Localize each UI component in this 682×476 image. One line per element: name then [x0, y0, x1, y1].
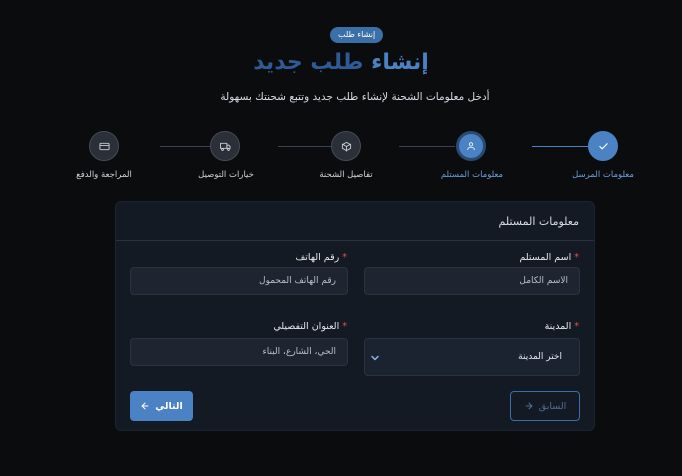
step-delivery-options[interactable] [210, 131, 240, 161]
step-connector [399, 146, 455, 147]
truck-icon [219, 142, 231, 151]
page-badge: إنشاء طلب [330, 27, 384, 43]
address-label: * العنوان التفصيلي [273, 321, 347, 332]
phone-label-text: رقم الهاتف [295, 252, 340, 263]
title-part-1: إنشاء [371, 50, 429, 75]
city-label: * المدينة [545, 321, 579, 332]
progress-stepper: معلومات المرسل معلومات المستلم تفاصيل ال… [0, 128, 682, 188]
credit-card-icon [98, 142, 110, 150]
required-marker: * [574, 321, 579, 332]
next-button-label: التالي [155, 400, 183, 412]
step-sender-info[interactable] [588, 131, 618, 161]
step-connector [160, 146, 211, 147]
card-header: معلومات المستلم [116, 202, 594, 241]
recipient-name-input[interactable]: الاسم الكامل [364, 267, 580, 295]
previous-button[interactable]: السابق [510, 391, 580, 421]
page-title: إنشاء طلب جديد [0, 50, 682, 75]
check-icon [598, 142, 608, 149]
step-label-delivery: خيارات التوصيل [198, 170, 254, 180]
card-title: معلومات المستلم [498, 215, 579, 228]
required-marker: * [342, 321, 347, 332]
recipient-name-label-text: اسم المستلم [519, 252, 572, 263]
user-icon [467, 142, 475, 151]
next-button[interactable]: التالي [130, 391, 193, 421]
address-input[interactable]: الحي، الشارع، البناء [130, 338, 348, 366]
step-connector [278, 146, 333, 147]
city-select-value: اختر المدينة [518, 352, 562, 362]
arrow-left-icon [141, 402, 149, 410]
address-label-text: العنوان التفصيلي [273, 321, 340, 332]
city-label-text: المدينة [544, 321, 572, 332]
required-marker: * [574, 252, 579, 263]
page-subtitle: أدخل معلومات الشحنة لإنشاء طلب جديد وتتب… [220, 91, 490, 103]
step-label-sender: معلومات المرسل [572, 170, 634, 180]
arrow-right-icon [525, 402, 533, 410]
required-marker: * [342, 252, 347, 263]
previous-button-label: السابق [538, 400, 567, 412]
recipient-name-label: * اسم المستلم [519, 252, 579, 263]
title-part-2: طلب جديد [253, 50, 364, 75]
step-label-recipient: معلومات المستلم [440, 170, 504, 180]
package-icon [341, 141, 351, 152]
step-shipment-details[interactable] [331, 131, 361, 161]
step-recipient-info[interactable] [456, 131, 486, 161]
phone-label: * رقم الهاتف [295, 252, 347, 263]
chevron-down-icon [371, 355, 379, 361]
step-label-review: المراجعة والدفع [76, 170, 132, 180]
recipient-form-card: معلومات المستلم * اسم المستلم الاسم الكا… [115, 201, 595, 431]
phone-input[interactable]: رقم الهاتف المحمول [130, 267, 348, 295]
step-review-payment[interactable] [89, 131, 119, 161]
city-select[interactable]: اختر المدينة [364, 338, 580, 376]
step-label-shipment: تفاصيل الشحنة [319, 170, 373, 180]
step-connector [532, 146, 588, 147]
